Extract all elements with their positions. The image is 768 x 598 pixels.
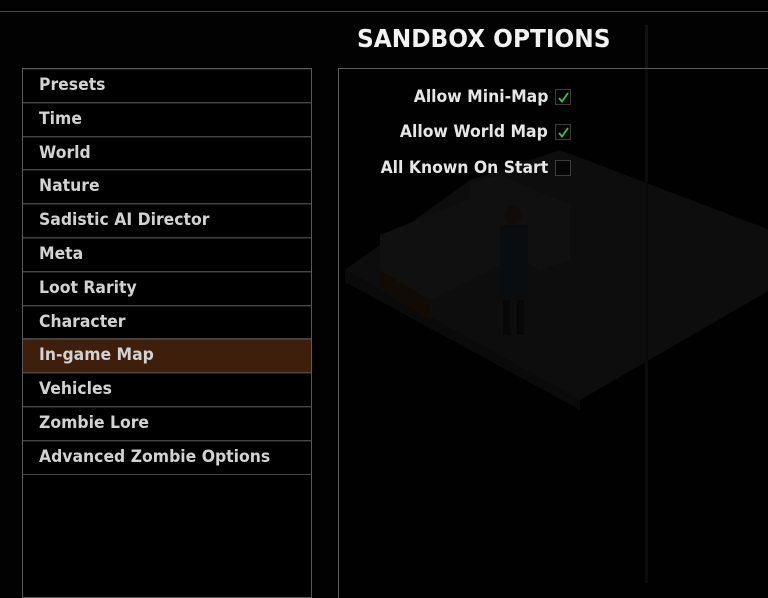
option-label: All Known On Start	[380, 158, 548, 178]
category-loot-rarity[interactable]: Loot Rarity	[23, 271, 311, 306]
category-label: Sadistic AI Director	[39, 210, 210, 231]
options-panel: Allow Mini-Map Allow World Map All Known…	[338, 68, 768, 598]
allow-mini-map-checkbox[interactable]	[555, 89, 571, 105]
category-time[interactable]: Time	[23, 102, 311, 137]
category-label: Loot Rarity	[39, 277, 137, 298]
option-label-allow-world-map: Allow World Map	[387, 122, 548, 142]
category-zombie-lore[interactable]: Zombie Lore	[23, 406, 311, 441]
category-presets[interactable]: Presets	[23, 69, 311, 103]
option-label: Allow World Map	[400, 122, 548, 142]
category-label: Vehicles	[39, 379, 112, 400]
category-character[interactable]: Character	[23, 305, 311, 340]
category-label: Meta	[39, 243, 84, 264]
category-world[interactable]: World	[23, 136, 311, 171]
check-icon	[558, 92, 569, 103]
all-known-on-start-checkbox[interactable]	[555, 160, 571, 176]
category-label: Advanced Zombie Options	[39, 446, 271, 467]
category-meta[interactable]: Meta	[23, 237, 311, 272]
page-title: SANDBOX OPTIONS	[357, 24, 611, 53]
category-sadistic-ai-director[interactable]: Sadistic AI Director	[23, 204, 311, 238]
category-in-game-map[interactable]: In-game Map	[23, 339, 311, 374]
category-label: World	[39, 142, 91, 163]
category-label: Time	[39, 108, 82, 129]
category-label: Zombie Lore	[39, 412, 150, 433]
category-label: Character	[39, 311, 126, 332]
allow-world-map-checkbox[interactable]	[555, 124, 571, 140]
category-label: Nature	[39, 176, 100, 197]
category-label: In-game Map	[39, 345, 154, 366]
option-label-allow-mini-map: Allow Mini-Map	[402, 87, 548, 107]
option-label: Allow Mini-Map	[413, 87, 548, 107]
category-label: Presets	[39, 75, 106, 95]
category-nature[interactable]: Nature	[23, 170, 311, 205]
category-vehicles[interactable]: Vehicles	[23, 373, 311, 407]
category-list: Presets Time World Nature Sadistic AI Di…	[22, 68, 312, 598]
check-icon	[558, 127, 569, 138]
top-divider	[0, 11, 768, 12]
option-label-all-known-on-start: All Known On Start	[366, 158, 548, 178]
category-advanced-zombie-options[interactable]: Advanced Zombie Options	[23, 440, 311, 475]
